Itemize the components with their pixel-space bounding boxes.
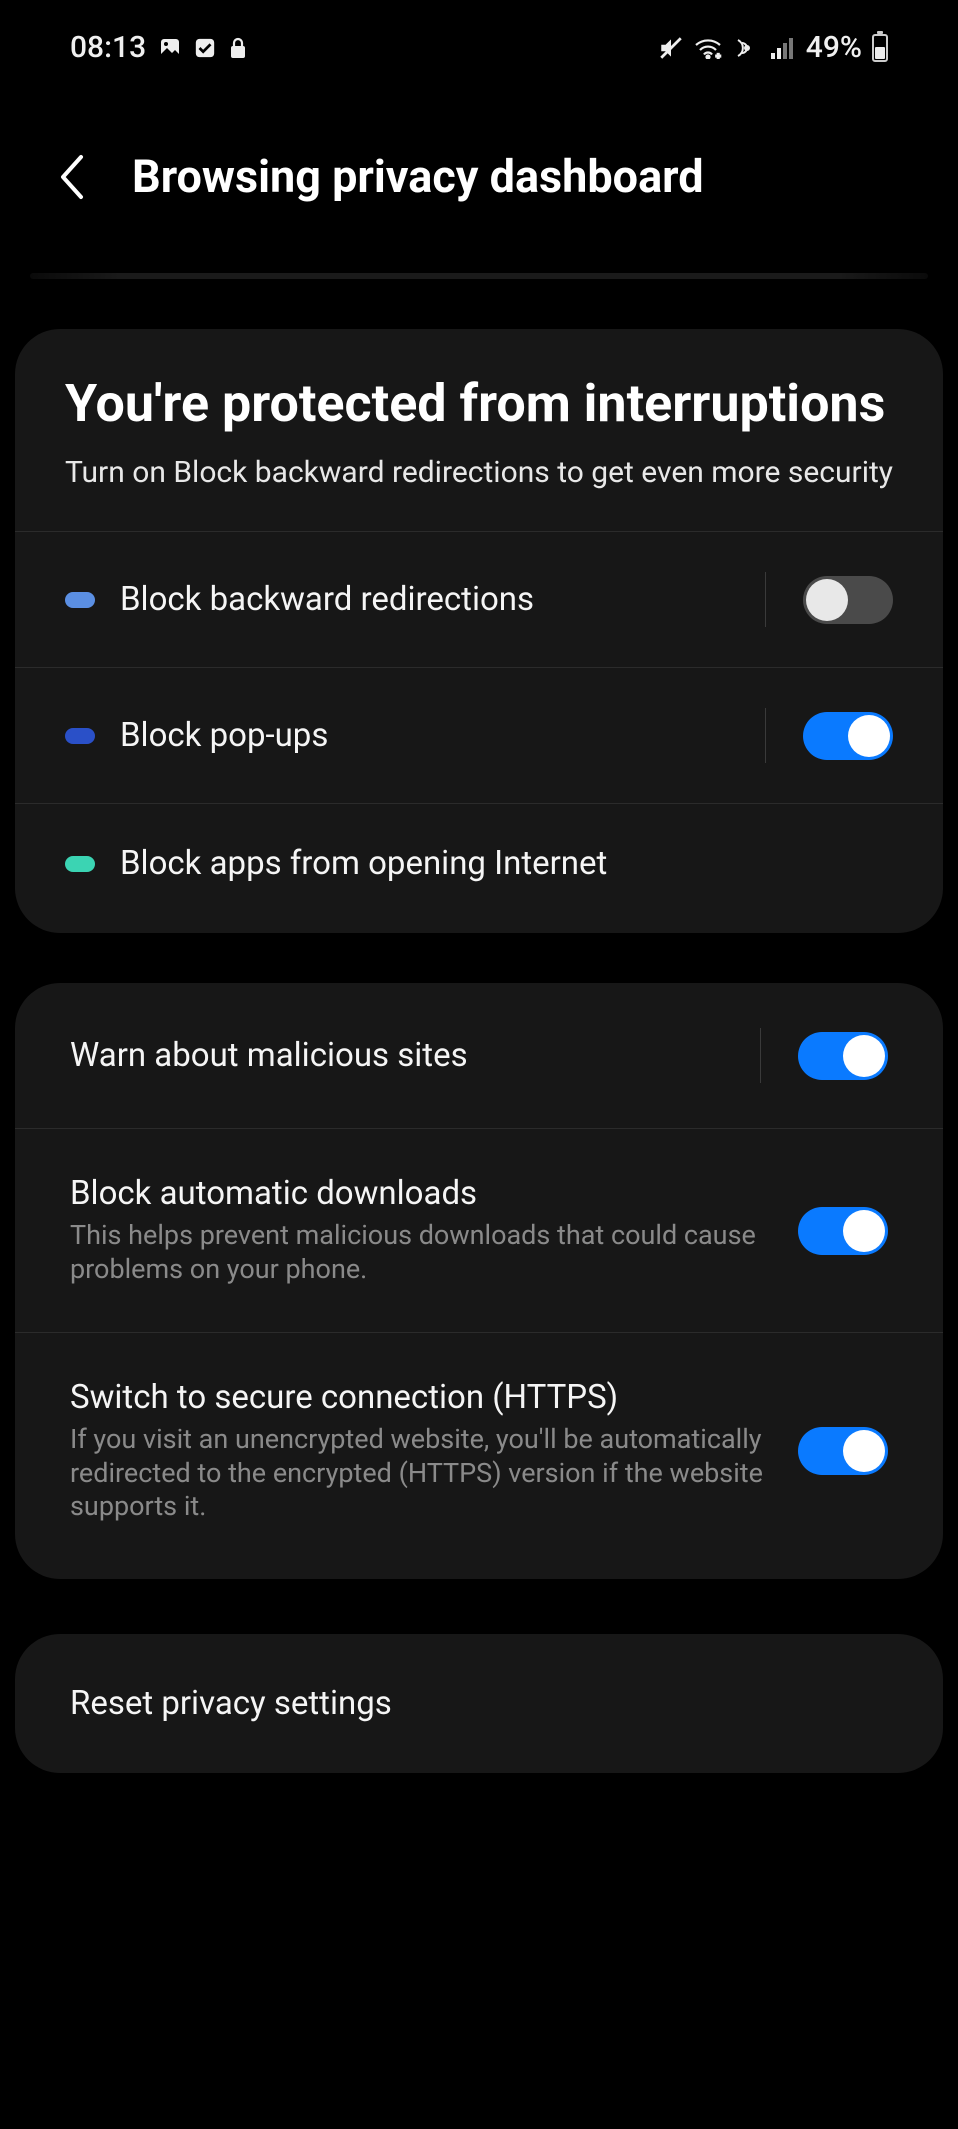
check-icon: [194, 37, 216, 59]
row-block-apps-opening-internet[interactable]: Block apps from opening Internet: [15, 803, 943, 933]
mute-icon: [658, 35, 684, 61]
row-label: Block apps from opening Internet: [120, 844, 893, 883]
row-label: Switch to secure connection (HTTPS): [70, 1378, 773, 1417]
svg-text:+: +: [716, 52, 721, 59]
toggle-warn-malicious[interactable]: [798, 1032, 888, 1080]
row-secure-connection[interactable]: Switch to secure connection (HTTPS) If y…: [15, 1332, 943, 1579]
interruptions-title: You're protected from interruptions: [65, 374, 893, 434]
chevron-left-icon: [57, 153, 87, 201]
row-block-backward-redirections[interactable]: Block backward redirections: [15, 531, 943, 667]
indicator-dot-icon: [65, 592, 95, 608]
row-label: Warn about malicious sites: [70, 1036, 727, 1075]
status-bar: 08:13 + 49%: [0, 0, 958, 75]
separator: [765, 708, 766, 763]
indicator-dot-icon: [65, 728, 95, 744]
page-header: Browsing privacy dashboard: [0, 75, 958, 273]
row-block-auto-downloads[interactable]: Block automatic downloads This helps pre…: [15, 1128, 943, 1332]
lock-icon: [228, 36, 248, 60]
wifi-icon: +: [694, 37, 722, 59]
row-label: Block backward redirections: [120, 580, 732, 619]
interruptions-subtitle: Turn on Block backward redirections to g…: [65, 454, 893, 492]
status-time: 08:13: [70, 30, 146, 65]
toggle-block-popups[interactable]: [803, 712, 893, 760]
row-desc: If you visit an unencrypted website, you…: [70, 1423, 773, 1524]
row-desc: This helps prevent malicious downloads t…: [70, 1219, 773, 1287]
interruptions-card: You're protected from interruptions Turn…: [15, 329, 943, 933]
signal-icon: [770, 37, 796, 59]
separator: [760, 1028, 761, 1083]
separator: [765, 572, 766, 627]
image-icon: [158, 36, 182, 60]
toggle-block-auto-downloads[interactable]: [798, 1207, 888, 1255]
reset-privacy-button[interactable]: Reset privacy settings: [15, 1634, 943, 1773]
back-button[interactable]: [50, 155, 94, 199]
volte-icon: [732, 36, 760, 60]
row-block-popups[interactable]: Block pop-ups: [15, 667, 943, 803]
status-right: + 49%: [658, 30, 888, 65]
row-label: Block pop-ups: [120, 716, 732, 755]
battery-percent: 49%: [806, 30, 862, 65]
toggle-block-backward-redirections[interactable]: [803, 576, 893, 624]
row-label: Block automatic downloads: [70, 1174, 773, 1213]
page-title: Browsing privacy dashboard: [132, 150, 704, 203]
status-left: 08:13: [70, 30, 248, 65]
indicator-dot-icon: [65, 856, 95, 872]
battery-icon: [872, 34, 888, 62]
protection-card: Warn about malicious sites Block automat…: [15, 983, 943, 1579]
header-divider: [30, 273, 928, 279]
toggle-secure-connection[interactable]: [798, 1427, 888, 1475]
row-warn-malicious[interactable]: Warn about malicious sites: [15, 983, 943, 1128]
reset-label: Reset privacy settings: [70, 1684, 392, 1723]
